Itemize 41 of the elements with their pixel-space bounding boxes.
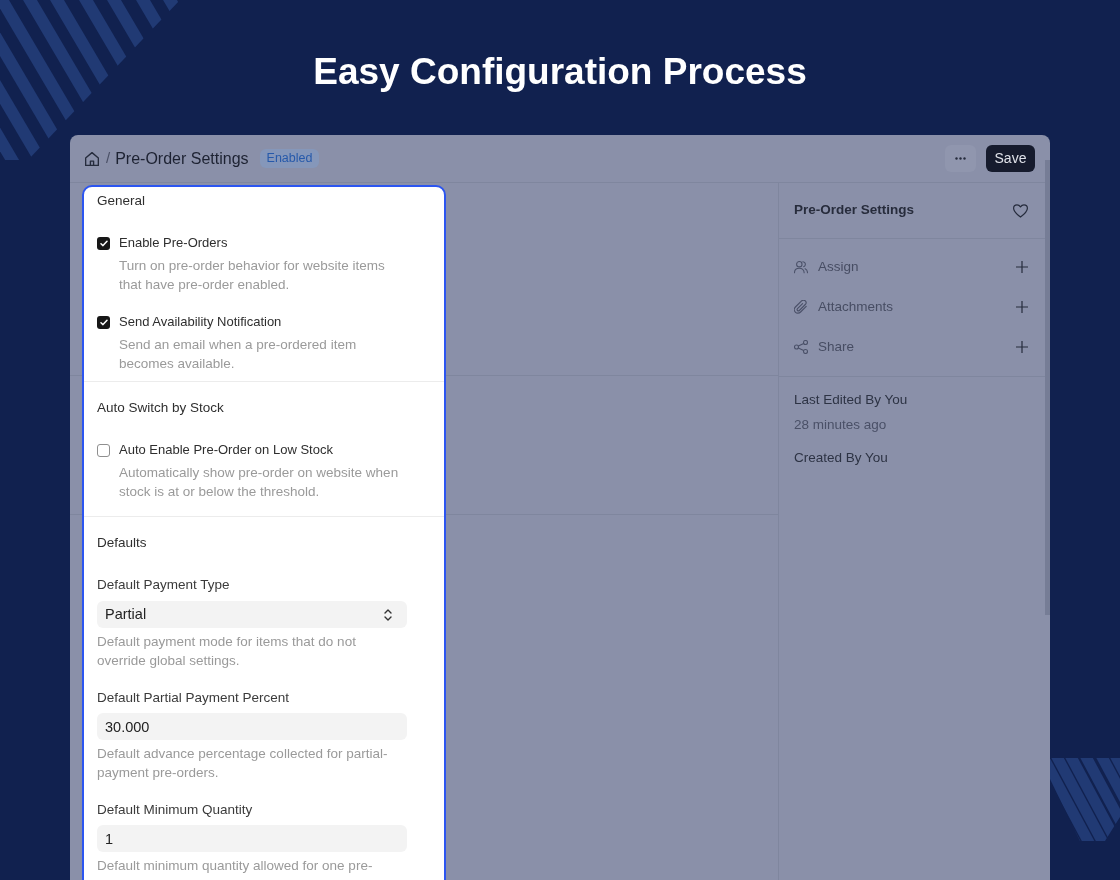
field-label: Default Minimum Quantity	[97, 801, 253, 819]
page-title: Pre-Order Settings	[115, 148, 249, 169]
activity-text: Last Edited By You	[794, 391, 908, 409]
section-title: General	[97, 192, 146, 210]
select-field[interactable]: Partial	[97, 601, 407, 628]
more-icon	[955, 157, 966, 160]
paperclip-icon	[794, 300, 808, 314]
checkbox[interactable]	[97, 316, 110, 329]
share-icon	[794, 340, 808, 354]
field-description: Send an email when a pre-ordered item becomes available.	[119, 336, 358, 373]
users-icon	[794, 260, 808, 274]
heart-icon[interactable]	[1013, 203, 1028, 218]
field-description: Default advance percentage collected for partial-payment pre-orders.	[97, 745, 389, 782]
scrollbar-thumb[interactable]	[1045, 160, 1050, 615]
field-description: Default minimum quantity allowed for one pre-	[97, 857, 374, 875]
breadcrumb-separator: /	[106, 148, 111, 169]
activity-time: 28 minutes ago	[794, 416, 887, 434]
field-label: Default Partial Payment Percent	[97, 689, 290, 707]
home-icon[interactable]	[85, 152, 99, 166]
field-description: Automatically show pre-order on website when stock is at or below the threshold.	[119, 464, 400, 501]
input-field[interactable]: 30.000	[97, 713, 407, 740]
save-button[interactable]: Save	[986, 145, 1035, 172]
checkbox[interactable]	[97, 237, 110, 250]
plus-icon[interactable]	[1016, 341, 1028, 353]
checkbox-label[interactable]: Auto Enable Pre-Order on Low Stock	[119, 441, 333, 459]
plus-icon[interactable]	[1016, 301, 1028, 313]
section-title: Auto Switch by Stock	[97, 399, 224, 417]
field-label: Default Payment Type	[97, 576, 230, 594]
status-badge: Enabled	[259, 149, 320, 168]
field-description: Turn on pre-order behavior for website items that have pre-order enabled.	[119, 257, 386, 294]
input-field[interactable]: 1	[97, 825, 407, 852]
activity-text: Created By You	[794, 449, 888, 467]
headline: Easy Configuration Process	[313, 50, 807, 94]
checkbox-label[interactable]: Send Availability Notification	[119, 313, 282, 331]
plus-icon[interactable]	[1016, 261, 1028, 273]
checkbox[interactable]	[97, 444, 110, 457]
checkbox-label[interactable]: Enable Pre-Orders	[119, 234, 228, 252]
sidebar-title: Pre-Order Settings	[794, 201, 915, 220]
field-description: Default payment mode for items that do not override global settings.	[97, 633, 357, 670]
chevron-up-down-icon	[384, 608, 392, 621]
section-title: Defaults	[97, 534, 147, 552]
